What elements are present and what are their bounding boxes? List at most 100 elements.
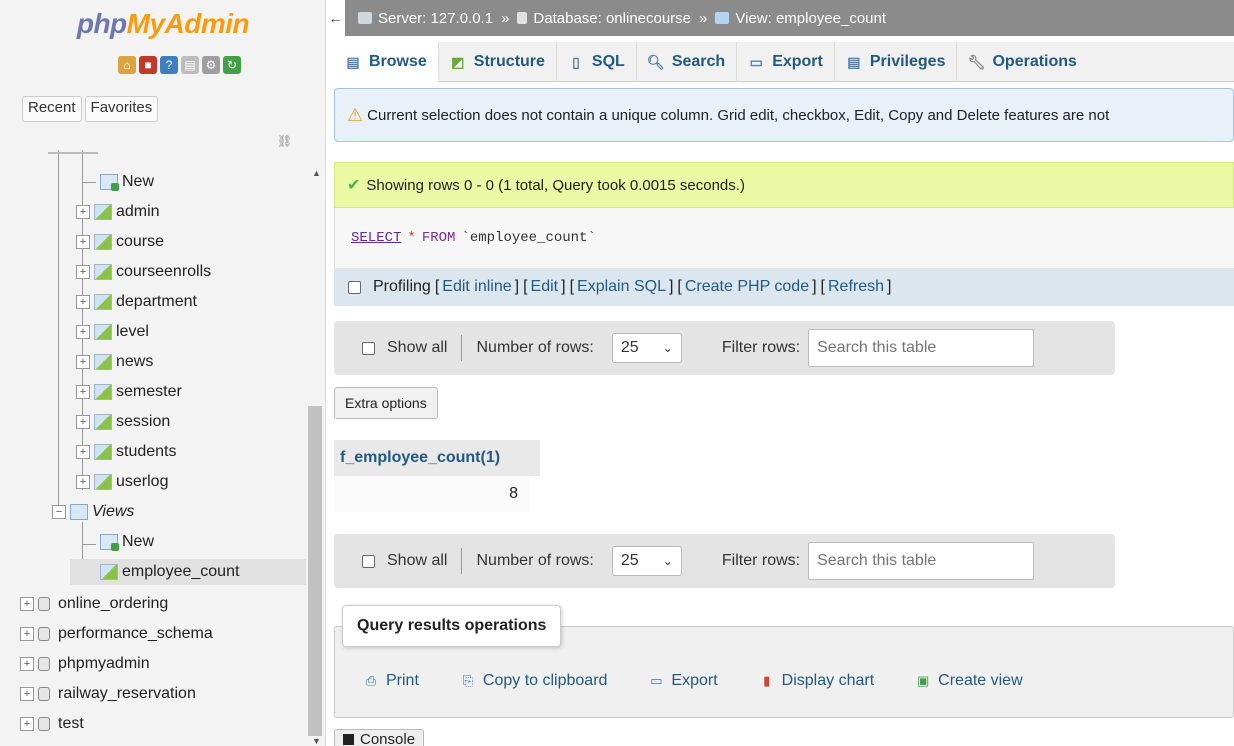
warning-icon: ⚠: [347, 104, 364, 125]
breadcrumb-database[interactable]: Database: onlinecourse: [517, 10, 691, 27]
reload-icon[interactable]: ↻: [223, 56, 241, 74]
collapse-nav-arrow-icon[interactable]: ←: [326, 0, 346, 36]
profiling-label: Profiling: [373, 278, 431, 295]
view-icon: [94, 234, 112, 250]
tree-item-table-userlog[interactable]: + userlog: [76, 469, 168, 495]
tree-item-table-course[interactable]: + course: [76, 229, 164, 255]
column-header[interactable]: f_employee_count(1): [334, 440, 540, 476]
filter-rows-label: Filter rows:: [721, 339, 801, 356]
tree-item-table-level[interactable]: + level: [76, 319, 149, 345]
tree-line: [82, 182, 96, 183]
refresh-link[interactable]: Refresh: [828, 278, 884, 296]
expand-icon[interactable]: +: [76, 235, 90, 249]
tab-sql[interactable]: ▯ SQL: [557, 42, 637, 82]
expand-icon[interactable]: +: [76, 265, 90, 279]
favorites-tab[interactable]: Favorites: [84, 96, 159, 122]
filter-rows-label: Filter rows:: [721, 552, 801, 569]
tree-item-table-department[interactable]: + department: [76, 289, 197, 315]
rows-per-page-select[interactable]: 25 ⌄: [611, 333, 682, 363]
expand-icon[interactable]: +: [20, 687, 34, 701]
expand-icon[interactable]: +: [20, 717, 34, 731]
expand-icon[interactable]: +: [76, 385, 90, 399]
success-message: ✔ Showing rows 0 - 0 (1 total, Query too…: [334, 162, 1234, 208]
expand-icon[interactable]: +: [76, 415, 90, 429]
edit-link[interactable]: Edit: [531, 278, 559, 296]
tree-item-db-online-ordering[interactable]: + online_ordering: [20, 591, 168, 617]
tree-item-new-table[interactable]: New: [96, 169, 154, 195]
tree-item-db-performance-schema[interactable]: + performance_schema: [20, 621, 213, 647]
expand-icon[interactable]: +: [76, 475, 90, 489]
expand-icon[interactable]: +: [20, 657, 34, 671]
bar-chart-icon: ▮: [763, 673, 771, 688]
show-all-label[interactable]: Show all: [387, 552, 447, 570]
tree-item-table-students[interactable]: + students: [76, 439, 176, 465]
profiling-checkbox[interactable]: [348, 280, 361, 294]
home-icon[interactable]: ⌂: [118, 56, 136, 74]
browse-icon: ▤: [346, 53, 360, 70]
tree-item-table-session[interactable]: + session: [76, 409, 170, 435]
expand-icon[interactable]: +: [76, 325, 90, 339]
tab-search[interactable]: 🔍︎ Search: [637, 42, 738, 82]
breadcrumb-server[interactable]: Server: 127.0.0.1: [358, 10, 493, 27]
settings-gear-icon[interactable]: ⚙: [202, 56, 220, 74]
database-icon: [38, 717, 50, 731]
tree-item-db-test[interactable]: + test: [20, 711, 84, 737]
tree-item-table-semester[interactable]: + semester: [76, 379, 182, 405]
collapse-icon[interactable]: −: [52, 505, 66, 519]
tree-item-table-courseenrolls[interactable]: + courseenrolls: [76, 259, 211, 285]
sql-query-display[interactable]: SELECT * FROM `employee_count`: [334, 208, 1234, 268]
expand-icon[interactable]: +: [20, 627, 34, 641]
tab-operations[interactable]: 🔧︎ Operations: [957, 42, 1087, 82]
logout-icon[interactable]: ■: [139, 56, 157, 74]
tab-privileges[interactable]: ▤ Privileges: [835, 42, 958, 82]
expand-icon[interactable]: +: [20, 597, 34, 611]
tree-item-views[interactable]: − Views: [52, 499, 134, 525]
extra-options-button[interactable]: Extra options: [334, 387, 438, 419]
tab-browse[interactable]: ▤ Browse: [334, 42, 439, 82]
table-cell: 8: [334, 476, 530, 512]
console-tab[interactable]: Console: [334, 729, 425, 746]
tree-item-table-news[interactable]: + news: [76, 349, 153, 375]
create-view-button[interactable]: ▣ Create view: [914, 672, 1023, 690]
tab-export[interactable]: ▭ Export: [737, 42, 835, 82]
expand-icon[interactable]: +: [76, 205, 90, 219]
scroll-down-arrow-icon[interactable]: ▼: [312, 736, 321, 746]
copy-to-clipboard-button[interactable]: ⎘ Copy to clipboard: [459, 672, 608, 690]
tree-item-table-admin[interactable]: + admin: [76, 199, 160, 225]
tree-line: [48, 152, 98, 154]
tab-structure[interactable]: ◩ Structure: [439, 42, 557, 82]
expand-icon[interactable]: +: [76, 355, 90, 369]
show-all-checkbox[interactable]: [362, 341, 375, 355]
view-icon: [715, 12, 730, 24]
display-chart-button[interactable]: ▮ Display chart: [758, 672, 874, 690]
link-chain-icon[interactable]: ⛓: [277, 134, 292, 148]
copy-icon: ⎘: [462, 673, 474, 688]
help-icon[interactable]: ?: [160, 56, 178, 74]
scroll-up-arrow-icon[interactable]: ▲: [312, 168, 321, 178]
edit-inline-link[interactable]: Edit inline: [442, 278, 511, 296]
tree-item-new-view[interactable]: New: [96, 529, 154, 555]
expand-icon[interactable]: +: [76, 295, 90, 309]
show-all-checkbox[interactable]: [362, 554, 375, 568]
tree-item-db-railway-reservation[interactable]: + railway_reservation: [20, 681, 196, 707]
breadcrumb-separator: »: [501, 9, 510, 27]
breadcrumb-view[interactable]: View: employee_count: [715, 10, 886, 27]
view-icon: [94, 324, 112, 340]
export-button[interactable]: ▭ Export: [647, 672, 717, 690]
tree-item-view-employee-count[interactable]: employee_count: [70, 559, 306, 585]
tree-item-db-phpmyadmin[interactable]: + phpmyadmin: [20, 651, 150, 677]
filter-rows-input[interactable]: [808, 542, 1035, 580]
nav-scrollbar-thumb[interactable]: [308, 406, 322, 736]
result-table: f_employee_count(1) 8: [334, 440, 540, 512]
sql-keyword-select[interactable]: SELECT: [351, 230, 401, 246]
create-php-code-link[interactable]: Create PHP code: [685, 278, 809, 296]
recent-tab[interactable]: Recent: [22, 96, 82, 122]
filter-rows-input[interactable]: [808, 329, 1035, 367]
expand-icon[interactable]: +: [76, 445, 90, 459]
rows-per-page-select[interactable]: 25 ⌄: [611, 546, 682, 576]
docs-icon[interactable]: ▤: [181, 56, 199, 74]
show-all-label[interactable]: Show all: [387, 339, 447, 357]
print-button[interactable]: ⎙ Print: [362, 672, 419, 690]
explain-sql-link[interactable]: Explain SQL: [577, 278, 666, 296]
phpmyadmin-logo[interactable]: phpMyAdmin: [0, 8, 325, 40]
